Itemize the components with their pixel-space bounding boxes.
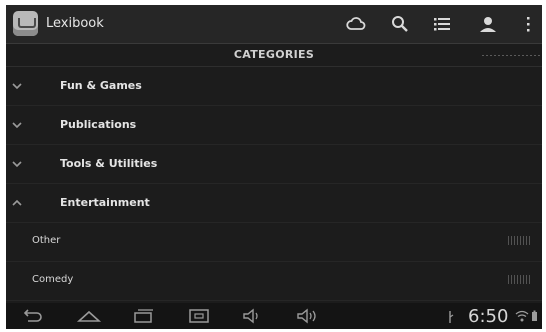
- category-row-fun-games[interactable]: Fun & Games: [6, 67, 542, 106]
- category-label: Publications: [60, 118, 137, 131]
- recents-icon[interactable]: [130, 307, 156, 325]
- subcategory-row-other[interactable]: Other: [6, 223, 542, 262]
- volume-down-icon[interactable]: [240, 307, 266, 325]
- overflow-menu-icon[interactable]: [516, 12, 540, 36]
- category-label: Entertainment: [60, 196, 150, 209]
- volume-up-icon[interactable]: [294, 307, 320, 325]
- category-row-tools-utilities[interactable]: Tools & Utilities: [6, 145, 542, 184]
- header-divider: [482, 55, 542, 56]
- home-icon[interactable]: [76, 307, 102, 325]
- account-icon[interactable]: [476, 12, 500, 36]
- cloud-icon[interactable]: [344, 12, 368, 36]
- chevron-down-icon: [11, 81, 23, 91]
- chevron-down-icon: [11, 159, 23, 169]
- screenshot-icon[interactable]: [186, 307, 212, 325]
- wifi-icon: [515, 310, 529, 322]
- chevron-down-icon: [11, 120, 23, 130]
- subcategory-row-comedy[interactable]: Comedy: [6, 262, 542, 301]
- action-bar: Lexibook: [6, 5, 542, 44]
- chevron-up-icon: [11, 198, 23, 208]
- battery-icon: [531, 310, 538, 322]
- categories-title: CATEGORIES: [233, 48, 315, 61]
- search-icon[interactable]: [388, 12, 412, 36]
- app-title: Lexibook: [46, 16, 104, 31]
- category-label: Fun & Games: [60, 79, 142, 92]
- categories-header: CATEGORIES: [6, 44, 542, 67]
- category-row-entertainment[interactable]: Entertainment: [6, 184, 542, 223]
- usb-icon: [446, 310, 454, 324]
- subcategory-label: Other: [32, 235, 61, 246]
- item-count: [508, 236, 532, 245]
- app-logo-icon[interactable]: [13, 11, 38, 36]
- category-row-publications[interactable]: Publications: [6, 106, 542, 145]
- status-clock: 6:50: [468, 306, 509, 327]
- back-icon[interactable]: [20, 307, 46, 325]
- subcategory-label: Comedy: [32, 274, 74, 285]
- item-count: [508, 275, 532, 284]
- list-icon[interactable]: [430, 12, 454, 36]
- system-nav-bar: 6:50: [6, 303, 542, 329]
- category-label: Tools & Utilities: [60, 157, 158, 170]
- tablet-screen: Lexibook CATEGORIES Fun & Games Publicat…: [6, 5, 542, 329]
